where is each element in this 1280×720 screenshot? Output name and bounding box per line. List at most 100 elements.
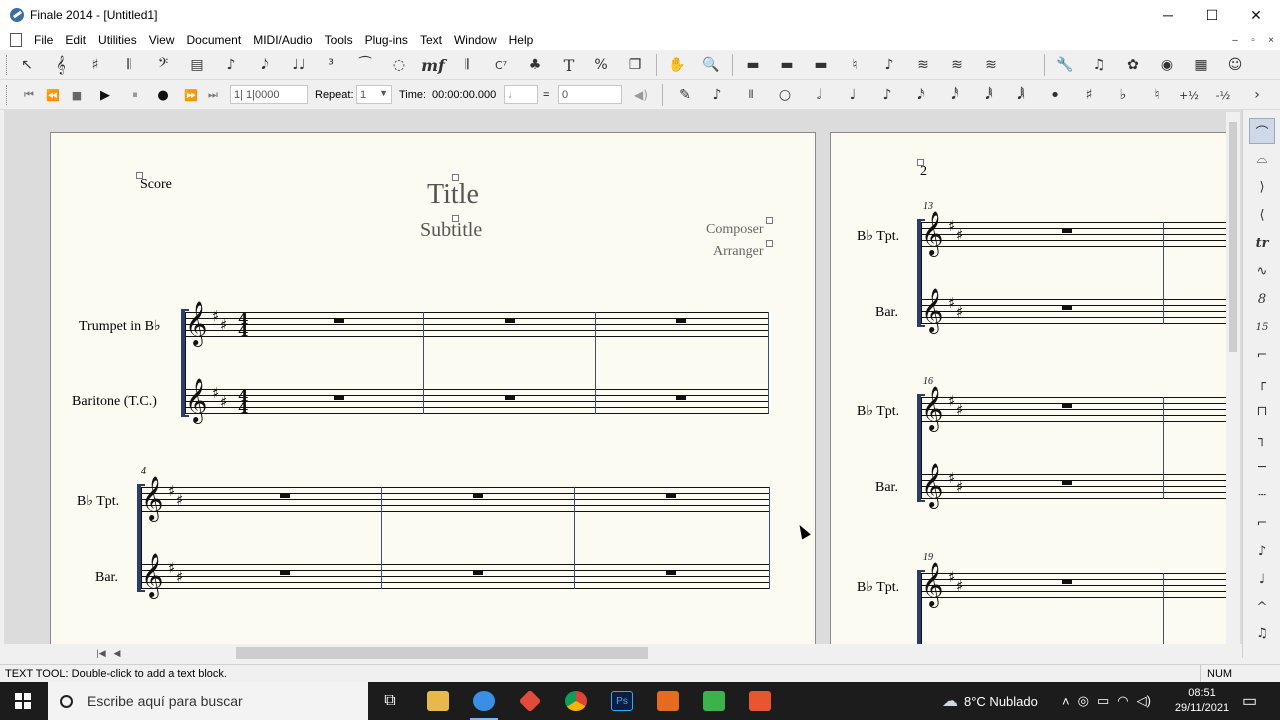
staff-trumpet-sys1[interactable] xyxy=(185,312,769,337)
breve-icon[interactable]: ⦀ xyxy=(738,83,764,107)
smart-shape-tool-icon[interactable]: ⁀ xyxy=(352,53,378,77)
dashed-slur-icon[interactable]: ⌓ xyxy=(1249,146,1275,172)
menu-tools[interactable]: Tools xyxy=(319,33,359,47)
whole-rest[interactable] xyxy=(473,570,483,575)
half-note-icon[interactable]: 𝅗𝅥 xyxy=(806,83,832,107)
lower-half-step-icon[interactable]: -½ xyxy=(1210,83,1236,107)
composer-handle[interactable] xyxy=(766,217,773,224)
tuplet-tool-icon[interactable]: ³ xyxy=(318,53,344,77)
start-button[interactable] xyxy=(0,682,46,720)
repeat-tool-icon[interactable]: 𝄂 xyxy=(454,53,480,77)
end-bracket-icon[interactable]: ┐ xyxy=(1249,426,1275,452)
arranger-handle[interactable] xyxy=(766,240,773,247)
quindicesima-icon[interactable]: 15 xyxy=(1249,314,1275,340)
tab-slide-icon[interactable]: ♫ xyxy=(1249,620,1275,646)
measure-barline[interactable] xyxy=(1163,222,1164,324)
horizontal-scroll-thumb[interactable] xyxy=(236,647,648,659)
document-icon[interactable] xyxy=(10,33,22,47)
menu-utilities[interactable]: Utilities xyxy=(92,33,143,47)
whole-rest[interactable] xyxy=(505,395,515,400)
simple-entry-tool-icon[interactable]: ♪ xyxy=(218,53,244,77)
chord-tool-icon[interactable]: C⁷ xyxy=(488,53,514,77)
menu-text[interactable]: Text xyxy=(414,33,448,47)
chevron-up-icon[interactable]: ˄ xyxy=(1062,694,1070,709)
close-button[interactable]: ✕ xyxy=(1234,0,1278,30)
decrescendo-icon[interactable]: ⟨ xyxy=(1249,202,1275,228)
whole-rest[interactable] xyxy=(280,570,290,575)
notifications-button[interactable]: ▭ xyxy=(1242,682,1257,720)
staff-baritone-sys2[interactable] xyxy=(141,564,770,589)
taskbar-search[interactable]: Escribe aquí para buscar xyxy=(48,682,368,720)
staff-name-bar[interactable]: Bar. xyxy=(875,305,898,321)
flat-icon[interactable]: ♭ xyxy=(1110,83,1136,107)
counter-field[interactable]: 1| 1|0000 xyxy=(230,85,308,104)
eraser-icon[interactable]: ✎ xyxy=(672,83,698,107)
staff-name-trumpet[interactable]: Trumpet in B♭ xyxy=(79,318,161,335)
measure-barline[interactable] xyxy=(423,312,424,414)
augmentation-dot-icon[interactable]: • xyxy=(1042,83,1068,107)
measure-barline[interactable] xyxy=(769,487,770,589)
glissando-icon[interactable]: ♪ xyxy=(1249,538,1275,564)
whole-rest[interactable] xyxy=(334,395,344,400)
finale-taskbar-button[interactable] xyxy=(464,686,504,720)
minimize-button[interactable]: ─ xyxy=(1146,0,1190,30)
app-taskbar-button[interactable] xyxy=(510,686,550,716)
tempo-note-select[interactable]: ♩ xyxy=(504,85,538,104)
resize-tool-icon[interactable]: % xyxy=(588,53,614,77)
bracket-icon[interactable]: ⌐ xyxy=(1249,342,1275,368)
staff-name-bar[interactable]: Bar. xyxy=(95,570,118,586)
pause-icon[interactable]: ⏸ xyxy=(122,83,148,107)
bend-icon[interactable]: ♩ xyxy=(1249,566,1275,592)
human-playback-icon[interactable]: ✿ xyxy=(1120,53,1146,77)
whole-rest[interactable] xyxy=(334,318,344,323)
chrome-taskbar-button[interactable] xyxy=(556,686,596,716)
studio-view-icon[interactable]: ◉ xyxy=(1154,53,1180,77)
camtasia-taskbar-button[interactable] xyxy=(694,686,734,716)
app-orange-taskbar-button[interactable] xyxy=(648,686,688,716)
sixtyfourth-rest-icon[interactable]: ≋ xyxy=(978,53,1004,77)
doc-close-button[interactable]: × xyxy=(1262,30,1280,50)
whole-rest[interactable] xyxy=(1062,403,1072,408)
staff-name-bb-tpt[interactable]: B♭ Tpt. xyxy=(857,403,899,420)
whole-rest[interactable] xyxy=(1062,305,1072,310)
measure-barline[interactable] xyxy=(574,487,575,589)
quarter-rest-icon[interactable]: ♮ xyxy=(842,53,868,77)
slur-tool-icon[interactable]: ⌒ xyxy=(1249,118,1275,144)
smartmusic-icon[interactable]: ☺ xyxy=(1222,53,1248,77)
photoshop-taskbar-button[interactable]: Ps xyxy=(602,686,642,716)
page-subtitle[interactable]: Subtitle xyxy=(420,219,482,242)
measure-tool-icon[interactable]: 𝄃 xyxy=(116,53,142,77)
line-icon[interactable]: ─ xyxy=(1249,454,1275,480)
final-barline[interactable] xyxy=(768,312,769,414)
menu-midi-audio[interactable]: MIDI/Audio xyxy=(247,33,318,47)
menu-view[interactable]: View xyxy=(143,33,181,47)
page-title[interactable]: Title xyxy=(427,179,479,211)
zoom-tool-icon[interactable]: 🔍 xyxy=(698,53,724,77)
battery-icon[interactable]: ▭ xyxy=(1097,693,1109,709)
trill-extension-icon[interactable]: ∿ xyxy=(1249,258,1275,284)
score-label[interactable]: Score xyxy=(140,177,172,193)
menu-plugins[interactable]: Plug-ins xyxy=(359,33,414,47)
articulation-tool-icon[interactable]: ◌ xyxy=(386,53,412,77)
whole-rest[interactable] xyxy=(676,395,686,400)
toolbar-grip[interactable] xyxy=(6,85,9,105)
sixteenth-rest-icon[interactable]: ≋ xyxy=(910,53,936,77)
staff-trumpet-p2s2[interactable] xyxy=(921,397,1231,422)
staff-name-bar[interactable]: Bar. xyxy=(875,480,898,496)
key-signature-tool-icon[interactable]: ♯ xyxy=(82,53,108,77)
task-view-button[interactable]: ⧉ xyxy=(370,686,410,716)
thirtysecond-note-icon[interactable]: 𝅘𝅥𝅰 xyxy=(942,83,968,107)
quarter-note-icon[interactable]: ♩ xyxy=(840,83,866,107)
half-rest-icon[interactable]: ▬ xyxy=(774,53,800,77)
menu-document[interactable]: Document xyxy=(181,33,248,47)
dashed-line-icon[interactable]: ┄ xyxy=(1249,482,1275,508)
taskbar-clock[interactable]: 08:51 29/11/2021 xyxy=(1168,686,1236,716)
hand-grabber-tool-icon[interactable]: ✋ xyxy=(664,53,690,77)
vertical-scroll-thumb[interactable] xyxy=(1229,122,1237,352)
vertical-scrollbar[interactable] xyxy=(1226,112,1240,646)
measure-barline[interactable] xyxy=(381,487,382,589)
scroll-left-icon[interactable]: ◀ xyxy=(110,646,124,660)
whole-rest[interactable] xyxy=(280,493,290,498)
sharp-icon[interactable]: ♯ xyxy=(1076,83,1102,107)
text-tool-icon[interactable]: T xyxy=(556,53,582,77)
